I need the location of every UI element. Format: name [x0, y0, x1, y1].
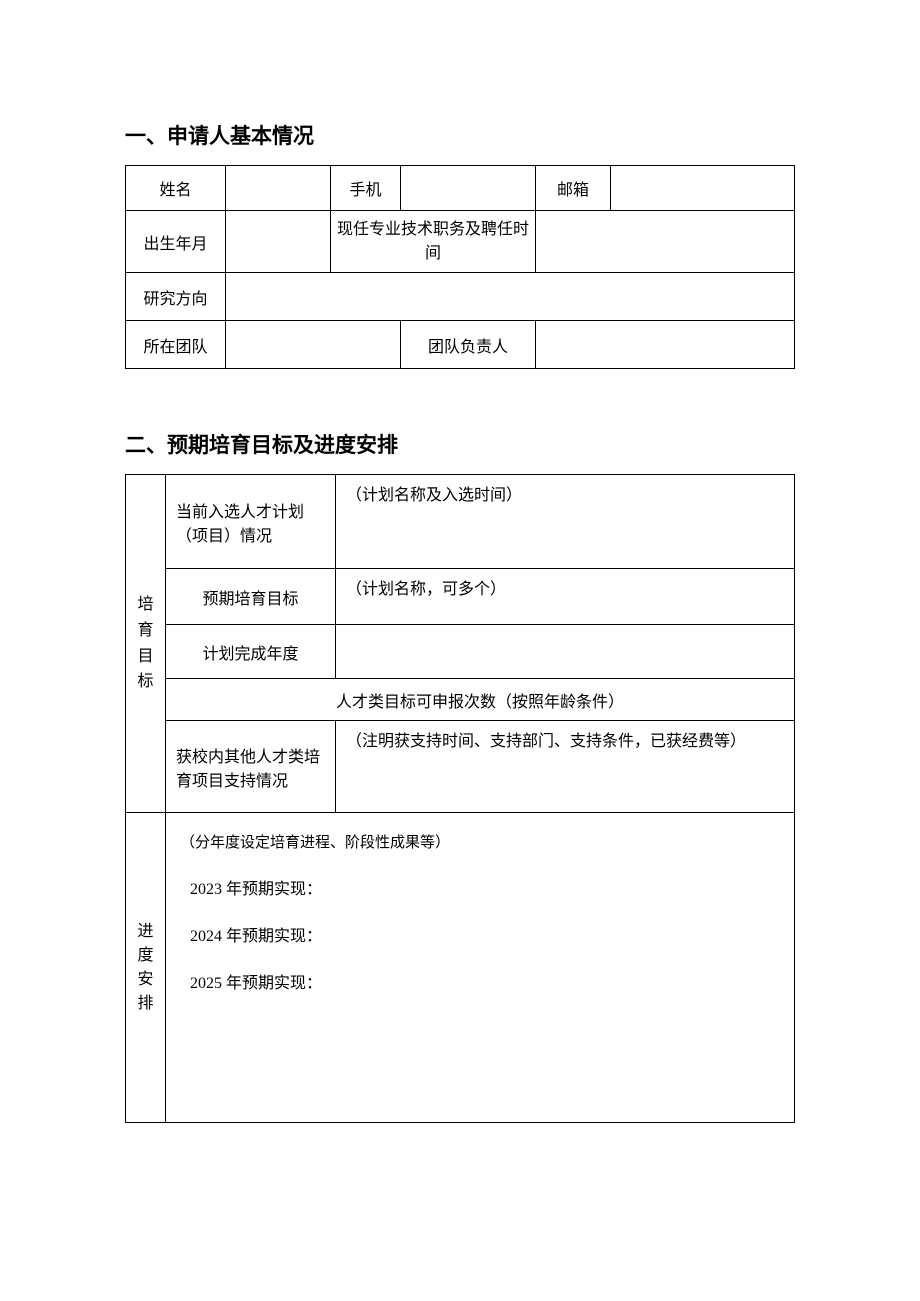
value-expected-goal[interactable]: （计划名称，可多个） [336, 569, 795, 625]
value-team[interactable] [226, 321, 401, 369]
label-leader: 团队负责人 [401, 321, 536, 369]
section-2-heading: 二、预期培育目标及进度安排 [125, 429, 795, 459]
label-phone: 手机 [331, 166, 401, 211]
section-1-heading: 一、申请人基本情况 [125, 120, 795, 150]
plan-2024: 2024 年预期实现： [186, 919, 780, 954]
label-apply-times: 人才类目标可申报次数（按照年龄条件） [166, 679, 795, 721]
value-completion-year[interactable] [336, 625, 795, 679]
value-email[interactable] [611, 166, 795, 211]
section-applicant-basic: 一、申请人基本情况 姓名 手机 邮箱 出生年月 现任专业技术职务及聘任时间 研究… [125, 120, 795, 369]
value-research[interactable] [226, 273, 795, 321]
value-birth[interactable] [226, 211, 331, 273]
value-current-plan[interactable]: （计划名称及入选时间） [336, 475, 795, 569]
value-position[interactable] [536, 211, 795, 273]
applicant-table: 姓名 手机 邮箱 出生年月 现任专业技术职务及聘任时间 研究方向 所在团队 团队… [125, 165, 795, 369]
plan-content-cell[interactable]: （分年度设定培育进程、阶段性成果等） 2023 年预期实现： 2024 年预期实… [166, 813, 795, 1123]
plan-note: （分年度设定培育进程、阶段性成果等） [180, 827, 780, 860]
label-expected-goal: 预期培育目标 [166, 569, 336, 625]
label-other-support: 获校内其他人才类培育项目支持情况 [166, 721, 336, 813]
value-leader[interactable] [536, 321, 795, 369]
goal-plan-table: 培育目标 当前入选人才计划（项目）情况 （计划名称及入选时间） 预期培育目标 （… [125, 474, 795, 1123]
value-name[interactable] [226, 166, 331, 211]
label-research: 研究方向 [126, 273, 226, 321]
label-completion-year: 计划完成年度 [166, 625, 336, 679]
label-position: 现任专业技术职务及聘任时间 [331, 211, 536, 273]
label-team: 所在团队 [126, 321, 226, 369]
label-current-plan: 当前入选人才计划（项目）情况 [166, 475, 336, 569]
value-other-support[interactable]: （注明获支持时间、支持部门、支持条件，已获经费等） [336, 721, 795, 813]
label-name: 姓名 [126, 166, 226, 211]
label-email: 邮箱 [536, 166, 611, 211]
plan-2025: 2025 年预期实现： [186, 966, 780, 1001]
vheader-plan: 进度安排 [126, 813, 166, 1123]
section-goal-plan: 二、预期培育目标及进度安排 培育目标 当前入选人才计划（项目）情况 （计划名称及… [125, 429, 795, 1123]
label-birth: 出生年月 [126, 211, 226, 273]
value-phone[interactable] [401, 166, 536, 211]
vheader-goal: 培育目标 [126, 475, 166, 813]
plan-2023: 2023 年预期实现： [186, 872, 780, 907]
